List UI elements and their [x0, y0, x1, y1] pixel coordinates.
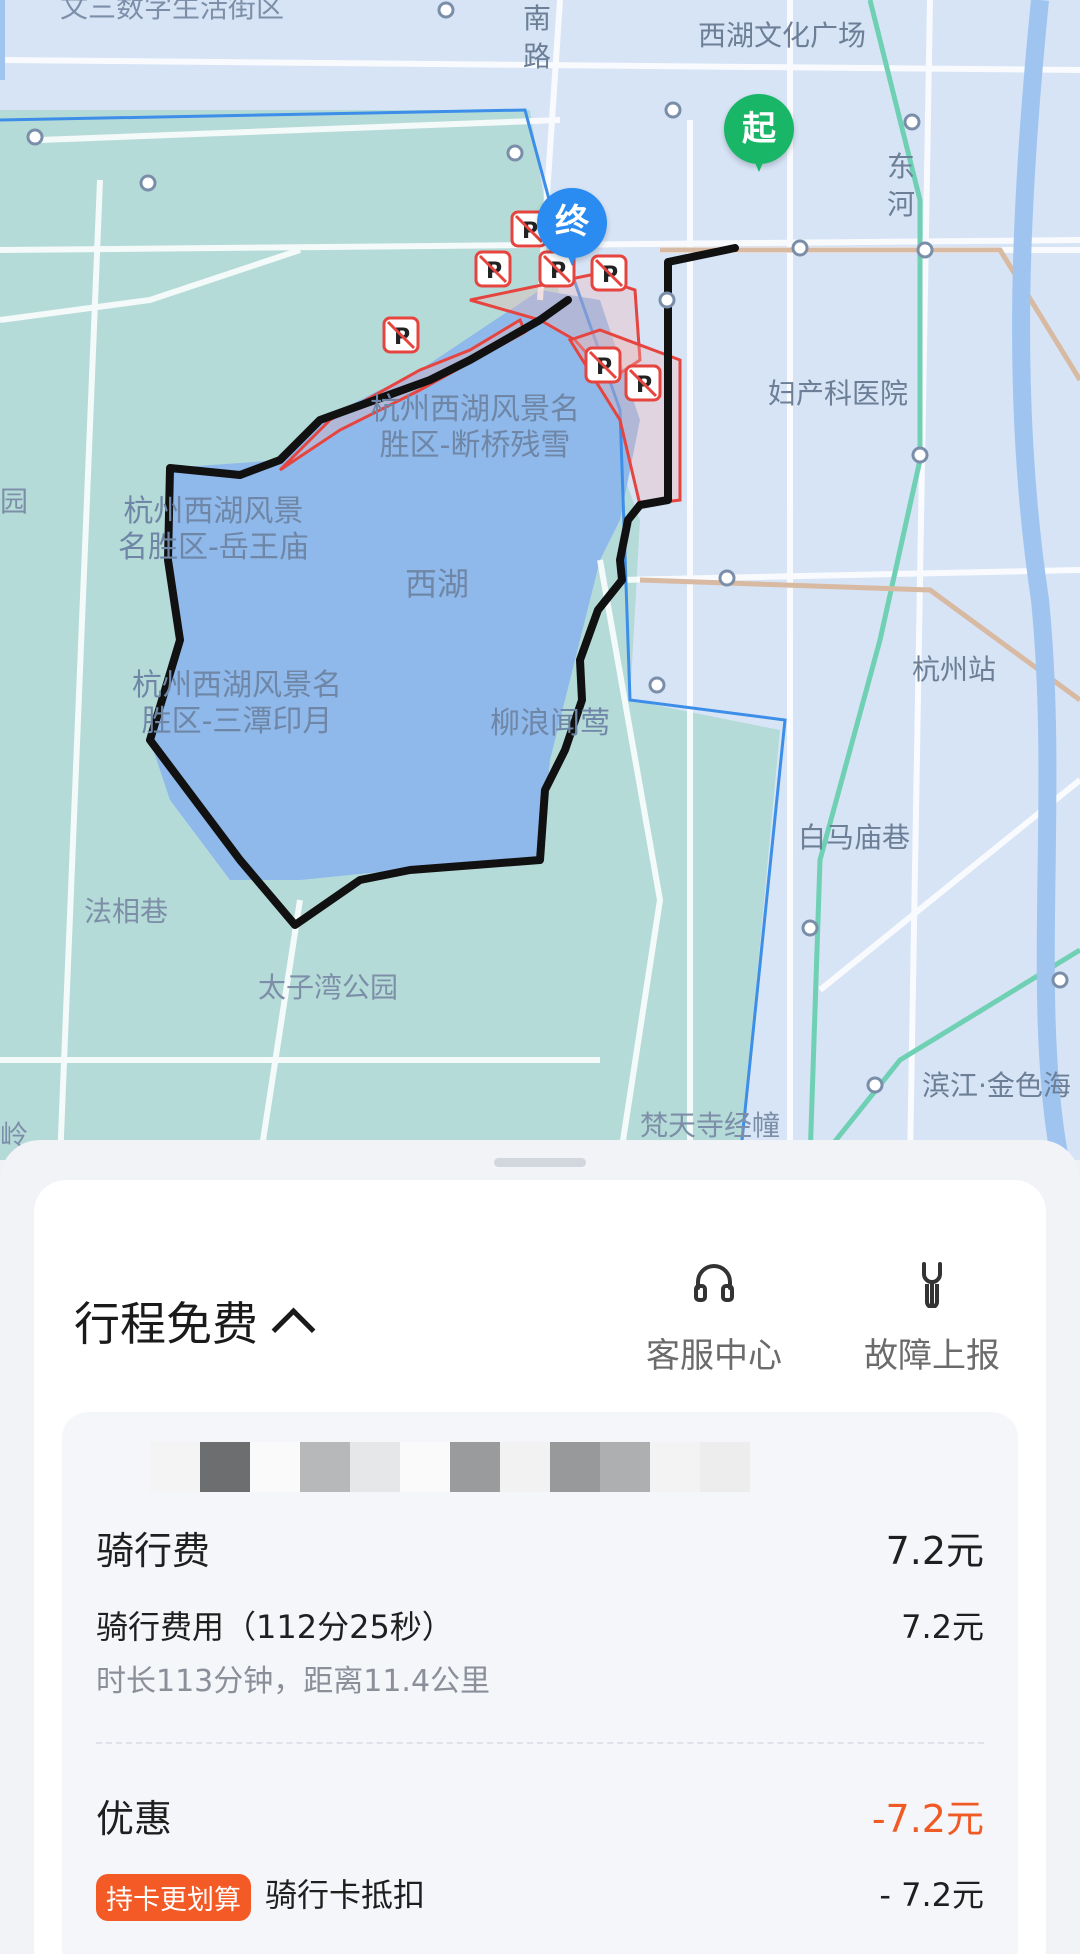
no-parking-icon[interactable]: P [584, 346, 622, 384]
trip-summary-card: 行程免费 客服中心 故障上报 骑行费 7.2元 骑行费用（112分25秒） 7.… [34, 1180, 1046, 1954]
card-promo-badge[interactable]: 持卡更划算 [96, 1873, 251, 1921]
map-label-west-lake: 西湖 [405, 565, 470, 603]
trip-title-toggle[interactable]: 行程免费 [74, 1288, 316, 1354]
map-label-faxiang: 法相巷 [84, 895, 169, 928]
map-label-maternity-hospital: 妇产科医院 [768, 377, 909, 410]
map-label-yuewang: 杭州西湖风景 名胜区-岳王庙 [118, 494, 309, 565]
headset-icon [694, 1264, 734, 1302]
no-parking-icon[interactable]: P [382, 316, 420, 354]
map-label-duanqiao: 杭州西湖风景名 胜区-断桥残雪 [370, 392, 580, 463]
ride-fee-item-label: 骑行费用（112分25秒） [96, 1608, 454, 1646]
map-label-liulang: 柳浪闻莺 [490, 706, 610, 741]
card-deduction-row: 持卡更划算 骑行卡抵扣 - 7.2元 [96, 1870, 984, 1921]
chevron-up-icon [271, 1307, 316, 1351]
map-label-donghe: 东 河 [886, 150, 915, 221]
section-divider [96, 1742, 984, 1744]
trip-title: 行程免费 [74, 1297, 258, 1351]
card-deduction-label: 骑行卡抵扣 [265, 1876, 426, 1914]
fault-report-label: 故障上报 [864, 1336, 1000, 1376]
map-label-fantian: 梵天寺经幢 [640, 1109, 781, 1142]
customer-service-button[interactable]: 客服中心 [634, 1258, 794, 1377]
map-label-binjiang: 滨江·金色海 [922, 1069, 1071, 1102]
trip-detail-sheet: 行程免费 客服中心 故障上报 骑行费 7.2元 骑行费用（112分25秒） 7.… [0, 1140, 1080, 1954]
customer-service-label: 客服中心 [646, 1336, 782, 1376]
map-view[interactable]: 文三数字生活街区 南 路 西湖文化广场 东 河 妇产科医院 杭州西湖风景名 胜区… [0, 0, 1080, 1160]
wrench-icon [922, 1262, 942, 1309]
discount-row: 优惠 -7.2元 [96, 1788, 984, 1843]
sheet-drag-handle[interactable] [494, 1158, 586, 1167]
no-parking-icon[interactable]: P [474, 250, 512, 288]
fee-detail-box: 骑行费 7.2元 骑行费用（112分25秒） 7.2元 时长113分钟，距离11… [62, 1412, 1018, 1954]
map-label-taiziwan: 太子湾公园 [258, 971, 399, 1004]
map-label-district: 文三数字生活街区 [60, 0, 285, 24]
start-pin[interactable]: 起 [724, 94, 794, 172]
end-pin[interactable]: 终 [537, 188, 607, 266]
map-label-santan: 杭州西湖风景名 胜区-三潭印月 [132, 668, 342, 739]
discount-amount: -7.2元 [871, 1797, 984, 1841]
card-deduction-left: 持卡更划算 骑行卡抵扣 [96, 1870, 425, 1921]
fault-report-button[interactable]: 故障上报 [852, 1258, 1012, 1377]
map-label-road: 南 路 [522, 2, 551, 73]
ride-fee-amount: 7.2元 [885, 1529, 984, 1573]
ride-duration-distance: 时长113分钟，距离11.4公里 [96, 1664, 491, 1699]
ride-fee-item-amount: 7.2元 [901, 1608, 984, 1646]
ride-fee-item-row: 骑行费用（112分25秒） 7.2元 [96, 1602, 984, 1648]
app-screen: 文三数字生活街区 南 路 西湖文化广场 东 河 妇产科医院 杭州西湖风景名 胜区… [0, 0, 1080, 1954]
map-canvas [0, 0, 1080, 1160]
discount-label: 优惠 [96, 1797, 173, 1841]
no-parking-icon[interactable]: P [624, 364, 662, 402]
card-deduction-amount: - 7.2元 [879, 1876, 984, 1914]
map-label-baimamiao: 白马庙巷 [798, 821, 911, 854]
ride-fee-row: 骑行费 7.2元 [96, 1520, 984, 1575]
map-label-yuan: 园 [0, 485, 29, 518]
map-label-xihu-culture-square: 西湖文化广场 [698, 19, 867, 52]
no-parking-icon[interactable]: P [590, 254, 628, 292]
map-label-hangzhou-station: 杭州站 [912, 653, 997, 686]
ride-fee-label: 骑行费 [96, 1529, 211, 1573]
pixelated-redacted-strip [150, 1442, 750, 1492]
